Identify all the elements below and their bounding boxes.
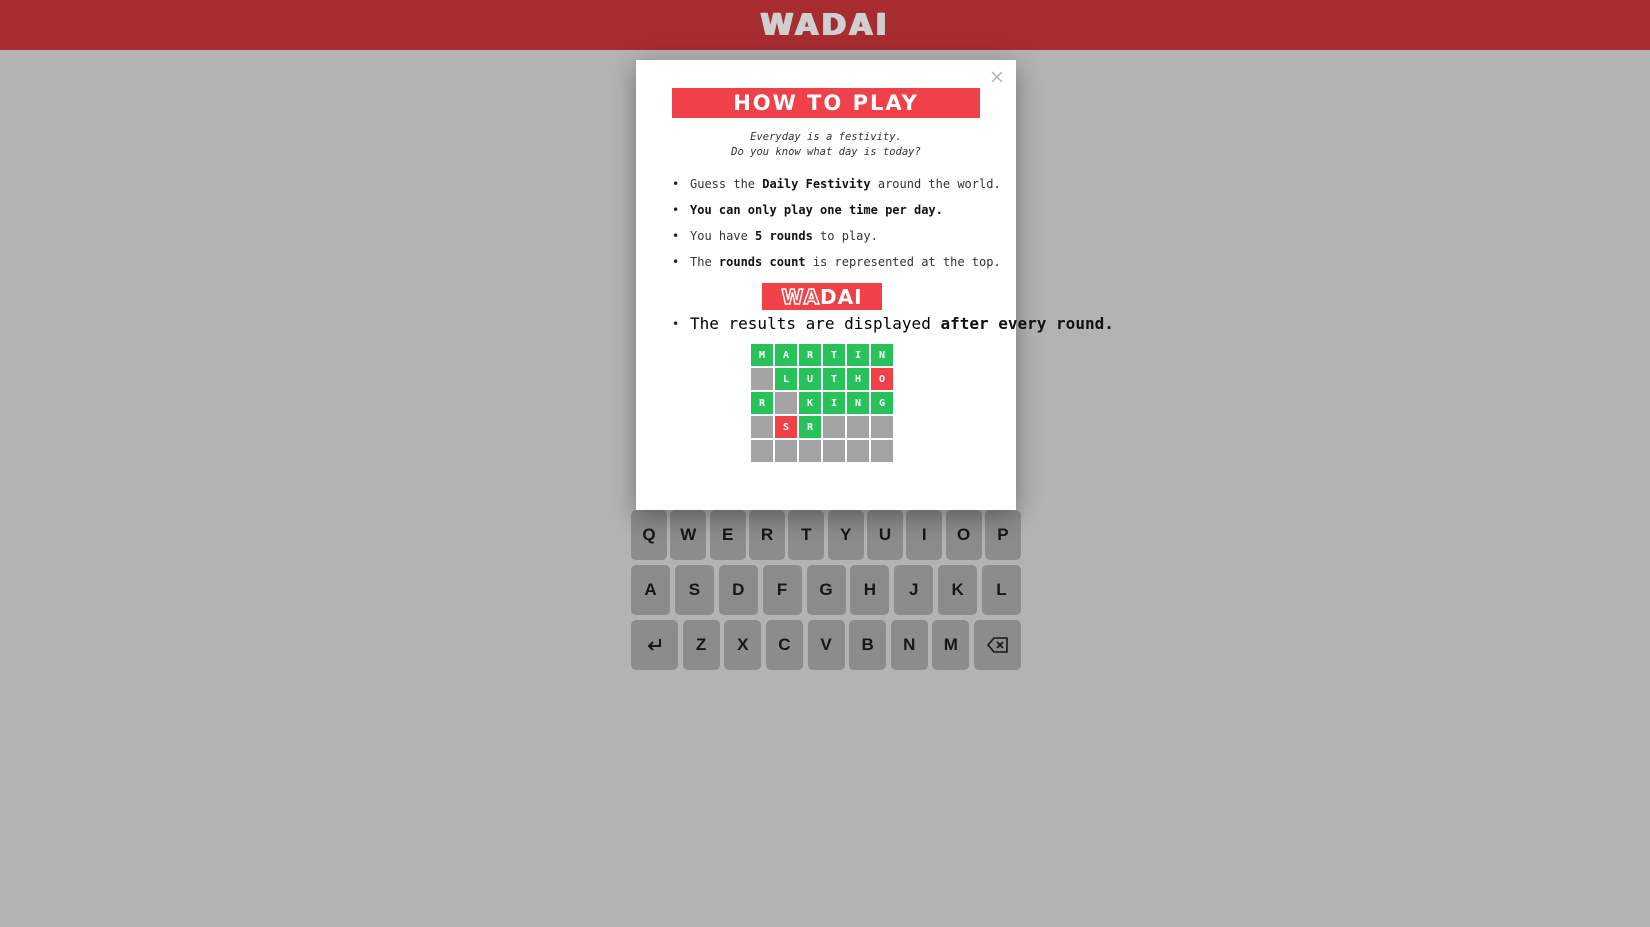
grid-cell-empty xyxy=(751,416,773,438)
rule-emphasis: after every round. xyxy=(940,314,1114,333)
grid-cell-correct: M xyxy=(751,344,773,366)
rule-text: Guess the xyxy=(690,177,763,191)
grid-cell-correct: G xyxy=(871,392,893,414)
grid-cell-wrong: S xyxy=(775,416,797,438)
grid-cell-correct: H xyxy=(847,368,869,390)
grid-cell-correct: R xyxy=(751,392,773,414)
grid-cell-empty xyxy=(871,440,893,462)
rule-text: to play. xyxy=(812,229,878,243)
keyboard-row-1: QWERTYUIOP xyxy=(631,510,1021,560)
key-t[interactable]: T xyxy=(788,510,825,560)
key-v[interactable]: V xyxy=(807,620,845,670)
key-s[interactable]: S xyxy=(674,565,714,615)
key-w[interactable]: W xyxy=(670,510,707,560)
grid-cell-empty xyxy=(871,416,893,438)
key-o[interactable]: O xyxy=(945,510,982,560)
grid-cell-empty xyxy=(823,440,845,462)
key-z[interactable]: Z xyxy=(682,620,720,670)
key-y[interactable]: Y xyxy=(827,510,864,560)
rounds-count-logo: WADAI xyxy=(762,283,882,310)
grid-cell-empty xyxy=(847,416,869,438)
keyboard-row-3: ZXCVBNM xyxy=(631,620,1021,670)
rule-text: around the world. xyxy=(870,177,1001,191)
grid-cell-empty xyxy=(751,440,773,462)
rule-item-once-per-day: You can only play one time per day. xyxy=(672,203,1002,229)
key-u[interactable]: U xyxy=(866,510,903,560)
tagline-line-2: Do you know what day is today? xyxy=(731,146,921,158)
grid-cell-correct: U xyxy=(799,368,821,390)
key-e[interactable]: E xyxy=(709,510,746,560)
tagline-line-1: Everyday is a festivity. xyxy=(750,131,902,143)
close-button[interactable] xyxy=(988,68,1006,86)
example-results-grid: MARTINLUTHORKINGSR xyxy=(751,344,893,462)
keyboard-row-2: ASDFGHJKL xyxy=(631,565,1021,615)
rounds-played-letters: WA xyxy=(781,284,821,310)
key-k[interactable]: K xyxy=(938,565,978,615)
app-logo: WADAI xyxy=(760,7,890,43)
rule-text: The results are displayed xyxy=(690,314,941,333)
grid-cell-wrong: O xyxy=(871,368,893,390)
grid-cell-correct: N xyxy=(871,344,893,366)
key-g[interactable]: G xyxy=(806,565,846,615)
grid-cell-correct: N xyxy=(847,392,869,414)
rule-emphasis: You can only play one time per day. xyxy=(690,203,943,217)
grid-cell-correct: R xyxy=(799,344,821,366)
grid-cell-correct: T xyxy=(823,368,845,390)
rule-item-guess: Guess the Daily Festivity around the wor… xyxy=(672,177,1002,203)
backspace-icon xyxy=(986,637,1009,653)
grid-cell-empty xyxy=(775,440,797,462)
key-n[interactable]: N xyxy=(890,620,928,670)
top-bar: WADAI xyxy=(0,0,1650,50)
rounds-remaining-letters: DAI xyxy=(820,284,863,309)
key-r[interactable]: R xyxy=(748,510,785,560)
key-q[interactable]: Q xyxy=(631,510,667,560)
key-d[interactable]: D xyxy=(718,565,758,615)
key-m[interactable]: M xyxy=(932,620,970,670)
key-i[interactable]: I xyxy=(906,510,943,560)
key-x[interactable]: X xyxy=(724,620,762,670)
grid-cell-empty xyxy=(775,392,797,414)
modal-title-banner: HOW TO PLAY xyxy=(672,88,980,118)
grid-cell-empty xyxy=(799,440,821,462)
grid-cell-correct: K xyxy=(799,392,821,414)
on-screen-keyboard: QWERTYUIOP ASDFGHJKL ZXCVBNM xyxy=(631,510,1021,675)
key-f[interactable]: F xyxy=(762,565,802,615)
tagline: Everyday is a festivity. Do you know wha… xyxy=(636,130,1016,160)
enter-key[interactable] xyxy=(631,620,678,670)
rule-text: You have xyxy=(690,229,756,243)
rule-item-rounds: You have 5 rounds to play. xyxy=(672,229,1002,255)
how-to-play-modal: HOW TO PLAY Everyday is a festivity. Do … xyxy=(636,60,1114,510)
grid-cell-correct: T xyxy=(823,344,845,366)
grid-cell-correct: L xyxy=(775,368,797,390)
grid-cell-empty xyxy=(751,368,773,390)
grid-cell-empty xyxy=(847,440,869,462)
enter-icon xyxy=(646,637,664,653)
grid-cell-correct: I xyxy=(823,392,845,414)
grid-cell-correct: I xyxy=(847,344,869,366)
key-j[interactable]: J xyxy=(894,565,934,615)
modal-title: HOW TO PLAY xyxy=(733,91,919,115)
rule-emphasis: Daily Festivity xyxy=(762,177,871,191)
grid-cell-empty xyxy=(823,416,845,438)
key-l[interactable]: L xyxy=(982,565,1021,615)
rules-list: Guess the Daily Festivity around the wor… xyxy=(672,177,1002,281)
rule-item-rounds-count: The rounds count is represented at the t… xyxy=(672,255,1002,281)
rule-item-results: The results are displayed after every ro… xyxy=(672,314,1114,343)
key-p[interactable]: P xyxy=(984,510,1021,560)
key-h[interactable]: H xyxy=(850,565,890,615)
rule-emphasis: rounds count xyxy=(718,255,806,269)
grid-cell-correct: A xyxy=(775,344,797,366)
close-icon xyxy=(988,71,1006,90)
rule-text: is represented at the top. xyxy=(805,255,1001,269)
rule-text: The xyxy=(690,255,719,269)
rule-emphasis: 5 rounds xyxy=(755,229,813,243)
key-c[interactable]: C xyxy=(765,620,803,670)
grid-cell-correct: R xyxy=(799,416,821,438)
key-b[interactable]: B xyxy=(849,620,887,670)
backspace-key[interactable] xyxy=(974,620,1021,670)
key-a[interactable]: A xyxy=(631,565,670,615)
